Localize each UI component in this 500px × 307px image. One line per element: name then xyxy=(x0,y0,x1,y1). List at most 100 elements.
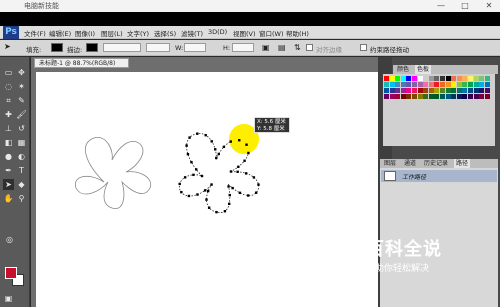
swatch-cell[interactable] xyxy=(479,94,485,100)
swatch-cell[interactable] xyxy=(384,88,389,94)
crop-tool-icon[interactable]: ⌗ xyxy=(3,95,14,106)
swatch-cell[interactable] xyxy=(389,88,395,94)
swatch-cell[interactable] xyxy=(406,88,412,94)
swatch-cell[interactable] xyxy=(412,94,417,100)
anchor-point[interactable] xyxy=(245,143,248,146)
eraser-tool-icon[interactable]: ◧ xyxy=(3,137,14,148)
swatch-cell[interactable] xyxy=(468,88,473,94)
lasso-tool-icon[interactable]: ◌ xyxy=(3,81,14,92)
anchor-point[interactable] xyxy=(252,176,256,179)
swatch-cell[interactable] xyxy=(445,76,451,82)
path-row-work-path[interactable] xyxy=(381,170,497,182)
swatch-cell[interactable] xyxy=(412,76,417,82)
tab-color[interactable]: 颜色 xyxy=(395,65,411,74)
swatch-cell[interactable] xyxy=(445,88,451,94)
gradient-tool-icon[interactable]: ▦ xyxy=(16,137,27,148)
align-edges-checkbox[interactable] xyxy=(306,44,313,51)
path-arrange-icon[interactable]: ⇅ xyxy=(294,43,301,52)
anchor-point[interactable] xyxy=(237,165,240,168)
swatch-cell[interactable] xyxy=(384,76,389,82)
anchor-point[interactable] xyxy=(236,170,239,173)
type-tool-icon[interactable]: T xyxy=(16,165,27,176)
swatch-cell[interactable] xyxy=(400,94,406,100)
swatch-cell[interactable] xyxy=(412,88,417,94)
swatch-cell[interactable] xyxy=(479,88,485,94)
swatch-cell[interactable] xyxy=(434,76,440,82)
anchor-point[interactable] xyxy=(217,152,221,156)
swatch-cell[interactable] xyxy=(434,94,440,100)
swatch-cell[interactable] xyxy=(479,76,485,82)
anchor-point[interactable] xyxy=(247,194,250,197)
anchor-point[interactable] xyxy=(178,182,181,186)
eyedropper-icon[interactable]: ✎ xyxy=(16,95,27,106)
swatch-cell[interactable] xyxy=(440,94,445,100)
menu-select[interactable]: 选择(S) xyxy=(154,28,176,38)
quick-mask-icon[interactable]: ◎ xyxy=(4,234,15,245)
menu-type[interactable]: 文字(Y) xyxy=(127,28,149,38)
history-brush-icon[interactable]: ↺ xyxy=(16,123,27,134)
swatch-cell[interactable] xyxy=(440,76,445,82)
tab-swatches[interactable]: 色板 xyxy=(415,65,432,74)
tab-layers[interactable]: 图层 xyxy=(382,159,398,168)
swatch-cell[interactable] xyxy=(468,82,473,88)
anchor-point[interactable] xyxy=(187,194,191,198)
blur-tool-icon[interactable]: ● xyxy=(3,151,14,162)
healing-brush-icon[interactable]: ✚ xyxy=(3,109,14,120)
swatch-cell[interactable] xyxy=(462,88,468,94)
swatch-cell[interactable] xyxy=(417,76,423,82)
swatch-cell[interactable] xyxy=(395,82,401,88)
anchor-point[interactable] xyxy=(229,140,232,143)
swatch-cell[interactable] xyxy=(400,88,406,94)
swatch-cell[interactable] xyxy=(384,94,389,100)
swatch-cell[interactable] xyxy=(400,82,406,88)
swatch-cell[interactable] xyxy=(484,94,490,100)
swatch-cell[interactable] xyxy=(434,82,440,88)
menu-3d[interactable]: 3D(D) xyxy=(208,28,227,36)
swatch-cell[interactable] xyxy=(468,76,473,82)
swatch-cell[interactable] xyxy=(417,88,423,94)
anchor-point[interactable] xyxy=(196,132,199,135)
anchor-point[interactable] xyxy=(180,190,183,194)
stamp-tool-icon[interactable]: ⊥ xyxy=(3,123,14,134)
shape-tool-icon[interactable]: ◆ xyxy=(16,179,27,190)
anchor-point[interactable] xyxy=(227,185,230,188)
swatch-cell[interactable] xyxy=(423,88,429,94)
menu-image[interactable]: 图像(I) xyxy=(75,28,95,38)
anchor-point[interactable] xyxy=(207,206,211,209)
foreground-color-swatch[interactable] xyxy=(5,267,17,279)
document-tab[interactable]: 未标题-1 @ 88.7%(RGB/8) xyxy=(34,58,129,68)
anchor-point[interactable] xyxy=(205,198,208,201)
marquee-tool-icon[interactable]: ▭ xyxy=(3,67,14,78)
swatch-cell[interactable] xyxy=(406,82,412,88)
swatch-cell[interactable] xyxy=(473,76,479,82)
swatch-cell[interactable] xyxy=(456,82,462,88)
tab-paths[interactable]: 路径 xyxy=(454,159,471,168)
anchor-point[interactable] xyxy=(257,183,260,186)
anchor-point[interactable] xyxy=(210,183,213,186)
canvas[interactable] xyxy=(36,72,378,307)
anchor-point[interactable] xyxy=(203,189,207,192)
close-button[interactable]: ✕ xyxy=(478,0,500,12)
dodge-tool-icon[interactable]: ◐ xyxy=(16,151,27,162)
anchor-point[interactable] xyxy=(204,133,207,137)
tab-channels[interactable]: 通道 xyxy=(402,159,418,168)
swatch-cell[interactable] xyxy=(389,76,395,82)
anchor-point[interactable] xyxy=(229,170,233,173)
swatch-cell[interactable] xyxy=(389,94,395,100)
stroke-type-field[interactable] xyxy=(146,43,170,52)
swatch-cell[interactable] xyxy=(468,94,473,100)
swatch-cell[interactable] xyxy=(423,76,429,82)
swatch-cell[interactable] xyxy=(484,82,490,88)
swatch-cell[interactable] xyxy=(406,76,412,82)
swatch-cell[interactable] xyxy=(428,82,434,88)
swatch-cell[interactable] xyxy=(445,94,451,100)
anchor-point[interactable] xyxy=(196,193,199,196)
swatch-cell[interactable] xyxy=(395,76,401,82)
swatch-cell[interactable] xyxy=(423,94,429,100)
path-ops-icon[interactable]: ▣ xyxy=(262,43,270,52)
swatch-cell[interactable] xyxy=(462,94,468,100)
anchor-point[interactable] xyxy=(247,151,250,155)
swatch-cell[interactable] xyxy=(384,82,389,88)
path-selection-icon[interactable]: ➤ xyxy=(3,179,14,190)
swatch-cell[interactable] xyxy=(456,76,462,82)
